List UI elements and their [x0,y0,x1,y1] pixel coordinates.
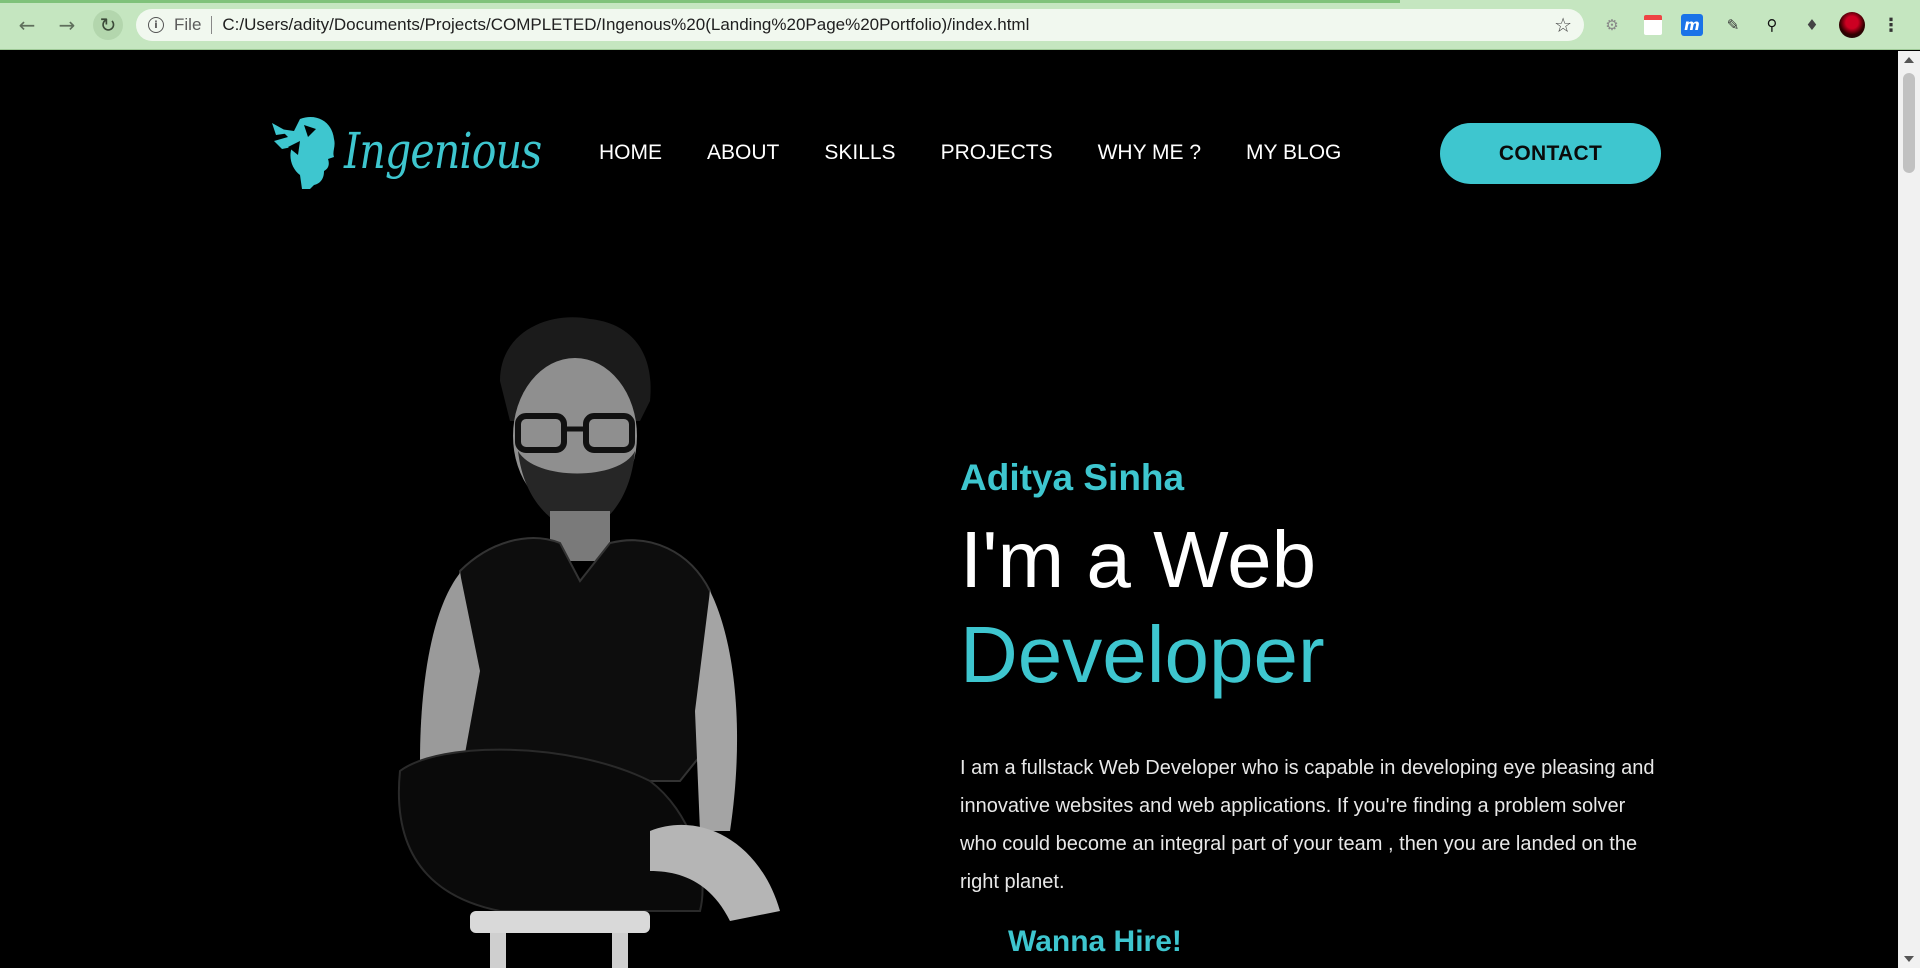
scroll-down-arrow-icon[interactable] [1904,956,1914,962]
hero-title-line1: I'm a Web [960,515,1317,604]
settings-extension-icon[interactable]: ⚙ [1599,12,1625,38]
contact-button[interactable]: CONTACT [1440,123,1661,184]
forward-arrow-icon[interactable]: → [52,10,82,40]
scroll-up-arrow-icon[interactable] [1904,57,1914,63]
calendar-extension-icon[interactable] [1644,15,1662,35]
pen-extension-icon[interactable]: ✎ [1720,12,1746,38]
scrollbar-thumb[interactable] [1903,73,1915,173]
brand-name: Ingenious [344,122,542,180]
nav-why-me[interactable]: WHY ME ? [1098,141,1201,165]
page-load-progress [0,0,1400,3]
m-extension-icon[interactable]: m [1681,14,1703,36]
site-logo[interactable]: Ingenious [270,111,585,191]
nav-skills[interactable]: SKILLS [824,141,895,165]
hero-description: I am a fullstack Web Developer who is ca… [960,757,1655,893]
main-navigation: HOME ABOUT SKILLS PROJECTS WHY ME ? MY B… [599,141,1386,165]
portrait-image [397,317,780,968]
page-scrollbar[interactable] [1898,51,1920,968]
bookmark-star-icon[interactable]: ☆ [1554,13,1572,37]
profile-avatar[interactable] [1839,12,1865,38]
head-logo-icon [272,117,335,189]
nav-my-blog[interactable]: MY BLOG [1246,141,1341,165]
url-scheme-label: File [174,15,202,34]
nav-projects[interactable]: PROJECTS [941,141,1053,165]
omnibox-divider [211,16,213,34]
magnifier-extension-icon[interactable]: ⚲ [1759,12,1785,38]
wanna-hire-link[interactable]: Wanna Hire! [1008,925,1680,959]
browser-toolbar: ← → ↻ i File C:/Users/adity/Documents/Pr… [0,0,1920,50]
hero-title-line2: Developer [960,610,1325,699]
address-bar[interactable]: i File C:/Users/adity/Documents/Projects… [136,9,1584,41]
author-name: Aditya Sinha [960,457,1185,498]
browser-menu-icon[interactable]: ⋮ [1878,12,1904,38]
site-info-icon[interactable]: i [148,17,164,33]
nav-about[interactable]: ABOUT [707,141,779,165]
web-page: Ingenious HOME ABOUT SKILLS PROJECTS WHY… [0,51,1898,968]
back-arrow-icon[interactable]: ← [12,10,42,40]
reload-icon[interactable]: ↻ [93,10,123,40]
url-text[interactable]: C:/Users/adity/Documents/Projects/COMPLE… [222,15,1029,35]
puzzle-extensions-icon[interactable]: ♦ [1799,12,1825,38]
nav-home[interactable]: HOME [599,141,662,165]
hero-section: Aditya Sinha I'm a Web Developer I am a … [960,457,1680,959]
